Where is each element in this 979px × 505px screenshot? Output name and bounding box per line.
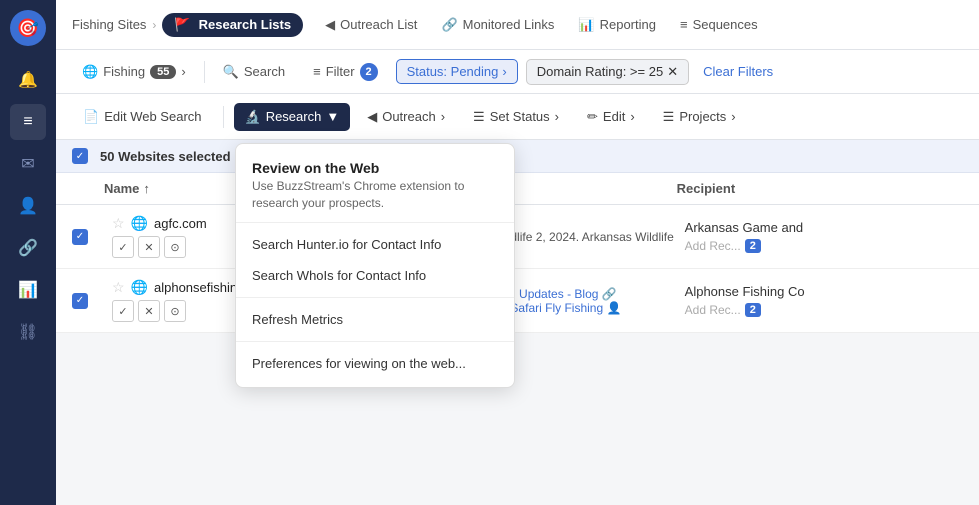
sidebar-icon-mail[interactable]: ✉	[10, 146, 46, 182]
list-area: ✓ 50 Websites selected Selection Name ↑ …	[56, 140, 979, 505]
dropdown-header: Review on the Web Use BuzzStream's Chrom…	[236, 152, 514, 216]
dropdown-item-preferences[interactable]: Preferences for viewing on the web...	[236, 348, 514, 379]
nav-sequences[interactable]: ≡ Sequences	[670, 13, 768, 37]
dropdown-item-hunter[interactable]: Search Hunter.io for Contact Info	[236, 229, 514, 260]
row-recipient-1: Arkansas Game and Add Rec... 2	[685, 220, 963, 253]
add-recipient-1[interactable]: Add Rec...	[685, 239, 741, 253]
nav-outreach-list[interactable]: ◀ Outreach List	[315, 13, 427, 37]
nav-monitored-links[interactable]: 🔗 Monitored Links	[431, 13, 564, 37]
top-nav: Fishing Sites › 🚩 Research Lists ◀ Outre…	[56, 0, 979, 50]
dropdown-divider-3	[236, 341, 514, 342]
row-checkbox-1[interactable]: ✓	[72, 229, 88, 245]
row-x-btn-2[interactable]: ✕	[138, 300, 160, 322]
sidebar-icon-bell[interactable]: 🔔	[10, 62, 46, 98]
sidebar: 🎯 🔔 ≡ ✉ 👤 🔗 📊 ⛓	[0, 0, 56, 505]
sidebar-logo[interactable]: 🎯	[10, 10, 46, 46]
table-row: ✓ ☆ 🌐 agfc.com ✓ ✕ ⊙ Repo. Game Report. …	[56, 205, 979, 269]
dropdown-title: Review on the Web	[252, 160, 498, 176]
research-button[interactable]: 🔬 Research ▼	[234, 103, 351, 131]
row-check-btn-2[interactable]: ✓	[112, 300, 134, 322]
row-check-btn-1[interactable]: ✓	[112, 236, 134, 258]
row-x-btn-1[interactable]: ✕	[138, 236, 160, 258]
email-badge-1: 2	[745, 239, 761, 253]
globe-icon-1: 🌐	[131, 215, 148, 232]
dropdown-item-whois[interactable]: Search WhoIs for Contact Info	[236, 260, 514, 291]
selection-bar: ✓ 50 Websites selected Selection	[56, 140, 979, 173]
toolbar-separator	[223, 106, 224, 128]
outreach-button[interactable]: ◀ Outreach ›	[356, 103, 456, 131]
fishing-filter-tag[interactable]: 🌐 Fishing 55 ›	[72, 60, 196, 84]
nav-reporting[interactable]: 📊 Reporting	[568, 13, 666, 37]
research-dropdown: Review on the Web Use BuzzStream's Chrom…	[235, 143, 515, 388]
row-domain-1[interactable]: agfc.com	[154, 216, 207, 231]
action-toolbar: 📄 Edit Web Search 🔬 Research ▼ ◀ Outreac…	[56, 94, 979, 140]
sidebar-icon-menu[interactable]: ≡	[10, 104, 46, 140]
row-circle-btn-2[interactable]: ⊙	[164, 300, 186, 322]
breadcrumb-active[interactable]: 🚩 Research Lists	[162, 13, 303, 37]
projects-button[interactable]: ☰ Projects ›	[652, 103, 747, 131]
col-recipient-header: Recipient	[677, 181, 963, 196]
main-content: Fishing Sites › 🚩 Research Lists ◀ Outre…	[56, 0, 979, 505]
dropdown-divider-2	[236, 297, 514, 298]
add-recipient-2[interactable]: Add Rec...	[685, 303, 741, 317]
domain-rating-filter[interactable]: Domain Rating: >= 25 ✕	[526, 59, 689, 85]
select-all-checkbox[interactable]: ✓	[72, 148, 88, 164]
sidebar-icon-user[interactable]: 👤	[10, 188, 46, 224]
breadcrumb-parent[interactable]: Fishing Sites	[72, 17, 146, 32]
star-icon-1[interactable]: ☆	[112, 215, 125, 232]
status-filter[interactable]: Status: Pending ›	[396, 59, 518, 84]
dropdown-item-refresh[interactable]: Refresh Metrics	[236, 304, 514, 335]
star-icon-2[interactable]: ☆	[112, 279, 125, 296]
nav-links: ◀ Outreach List 🔗 Monitored Links 📊 Repo…	[315, 13, 768, 37]
set-status-button[interactable]: ☰ Set Status ›	[462, 103, 570, 131]
search-button[interactable]: 🔍 Search	[213, 60, 295, 84]
table-header: Name ↑ Homepage Title Recipient	[56, 173, 979, 205]
row-checkbox-2[interactable]: ✓	[72, 293, 88, 309]
email-badge-2: 2	[745, 303, 761, 317]
sidebar-icon-network[interactable]: ⛓	[10, 314, 46, 350]
breadcrumb-separator: ›	[152, 18, 156, 32]
row-recipient-2: Alphonse Fishing Co Add Rec... 2	[685, 284, 963, 317]
globe-icon-2: 🌐	[131, 279, 148, 296]
dropdown-subtitle: Use BuzzStream's Chrome extension to res…	[252, 178, 498, 212]
edit-button[interactable]: ✏ Edit ›	[576, 103, 646, 131]
sidebar-icon-chart[interactable]: 📊	[10, 272, 46, 308]
dropdown-divider-1	[236, 222, 514, 223]
clear-filters-button[interactable]: Clear Filters	[697, 60, 779, 83]
table-row: ✓ ☆ 🌐 alphonsefishingc... ✓ ✕ ⊙ Our Late…	[56, 269, 979, 333]
filter-button[interactable]: ≡ Filter 2	[303, 59, 387, 85]
separator-1	[204, 61, 205, 83]
sidebar-icon-link[interactable]: 🔗	[10, 230, 46, 266]
filter-bar: 🌐 Fishing 55 › 🔍 Search ≡ Filter 2 Statu…	[56, 50, 979, 94]
edit-web-search-button[interactable]: 📄 Edit Web Search	[72, 103, 213, 131]
row-circle-btn-1[interactable]: ⊙	[164, 236, 186, 258]
